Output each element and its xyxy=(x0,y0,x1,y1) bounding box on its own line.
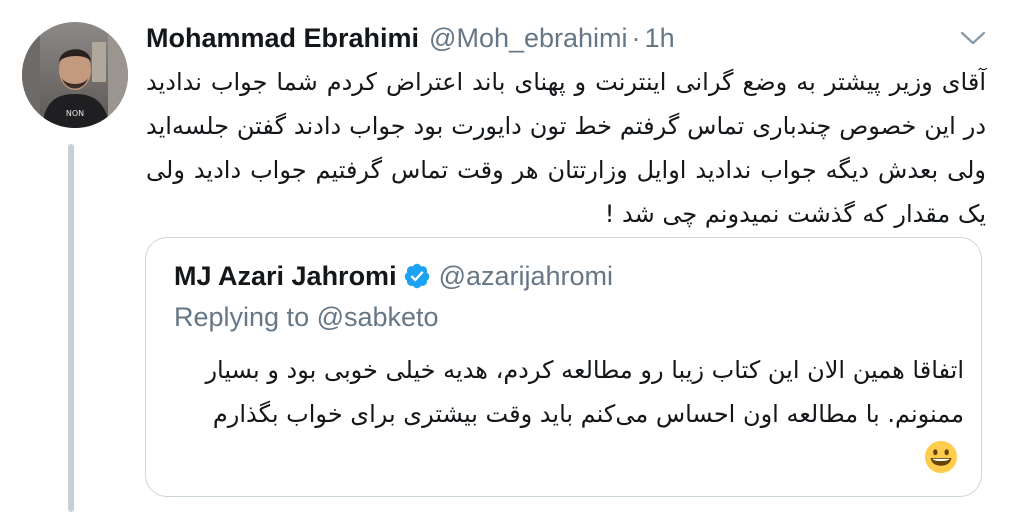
quoted-tweet[interactable]: MJ Azari Jahromi @azarijahromi Replying … xyxy=(145,237,982,497)
quoted-tweet-text: اتفاقا همین الان این کتاب زیبا رو مطالعه… xyxy=(205,356,964,428)
verified-badge-icon xyxy=(404,263,429,289)
author-avatar[interactable]: NON xyxy=(22,22,128,128)
replying-to-label: Replying to @sabketo xyxy=(174,302,439,332)
tweet-timestamp[interactable]: 1h xyxy=(645,20,675,56)
thread-line xyxy=(68,144,74,512)
avatar-image: NON xyxy=(22,22,128,128)
tweet-text: آقای وزیر پیشتر به وضع گرانی اینترنت و پ… xyxy=(146,68,986,228)
author-handle[interactable]: @Moh_ebrahimi xyxy=(429,20,628,56)
author-name[interactable]: Mohammad Ebrahimi xyxy=(146,20,419,56)
chevron-down-icon xyxy=(960,31,986,45)
quoted-author-handle: @azarijahromi xyxy=(438,260,614,291)
svg-text:NON: NON xyxy=(66,109,84,118)
tweet-header: Mohammad Ebrahimi @Moh_ebrahimi · 1h xyxy=(146,20,675,56)
quoted-tweet-header: MJ Azari Jahromi @azarijahromi xyxy=(174,258,613,294)
tweet-menu-button[interactable] xyxy=(958,28,988,48)
tweet[interactable]: NON Mohammad Ebrahimi @Moh_ebrahimi · 1h… xyxy=(0,0,1027,512)
grinning-face-emoji xyxy=(924,440,958,474)
quoted-author-name: MJ Azari Jahromi xyxy=(174,260,397,291)
separator-dot: · xyxy=(631,23,641,53)
quoted-tweet-text-block: اتفاقا همین الان این کتاب زیبا رو مطالعه… xyxy=(174,348,964,480)
